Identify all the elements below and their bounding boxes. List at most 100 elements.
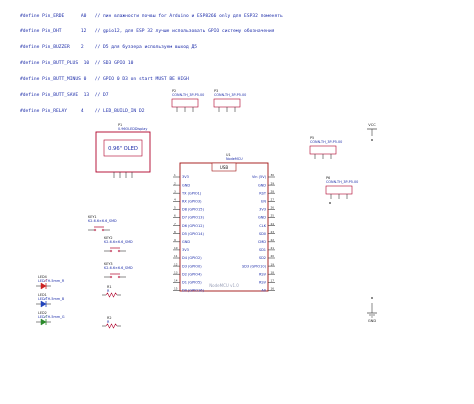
mcu-pin-label: RX (GPIO3) <box>182 200 202 204</box>
mcu-pin-number: 19 <box>270 262 274 266</box>
led-red: LED4LED-TH-5mm_R <box>36 275 65 290</box>
mcu-pin-number: 25 <box>270 214 274 218</box>
push-button-key3: KEY3K2-6.6×6.6_SMD <box>104 262 133 279</box>
led-name: LED-TH-5mm_G <box>38 315 65 319</box>
vcc-symbol: VCC <box>367 123 377 136</box>
gnd-label: GND <box>368 319 376 323</box>
resistor-value: R <box>107 320 110 324</box>
mcu-pin-label: GND <box>182 183 190 187</box>
oled-display: P10.96OLEDDisplay0.96" OLED <box>95 123 151 178</box>
led-triangle <box>40 318 47 326</box>
header-body <box>171 98 199 108</box>
mcu-pin-number: 13 <box>174 270 178 274</box>
mcu-pin-number: 16 <box>270 287 274 291</box>
resistor-r1: R1R <box>102 285 121 298</box>
connector-p5: P5CONN-TH_3P-P5.00 <box>309 136 342 159</box>
mcu-pin-label: 3V3 <box>259 208 266 212</box>
mcu-pin-label: D1 (GPIO5) <box>182 281 202 285</box>
mcu-pin-number: 21 <box>270 246 274 250</box>
mcu-pin-number: 4 <box>174 198 176 202</box>
connector-p6: P6CONN-TH_3P-P5.00 <box>325 176 358 199</box>
mcu-pin-number: 9 <box>174 238 176 242</box>
led-triangle <box>40 300 47 308</box>
mcu-pin-label: SD3 (GPIO10) <box>242 264 267 268</box>
mcu-pin-number: 23 <box>270 230 274 234</box>
header-name: CONN-TH_3P-P5.00 <box>310 140 342 144</box>
mcu-bottom-label: NodeMCU v1.0 <box>209 283 239 288</box>
key-name: K2-6.6×6.6_SMD <box>104 240 133 244</box>
key-name: K2-6.6×6.6_SMD <box>88 219 117 223</box>
mcu-pin-label: GND <box>182 240 190 244</box>
mcu-pin-label: RSV <box>259 272 267 276</box>
mcu-pin-number: 24 <box>270 222 274 226</box>
key-contact <box>117 275 121 279</box>
header-body <box>309 145 337 155</box>
mcu-pin-label: D8 (GPIO15) <box>182 208 204 212</box>
resistor-value: R <box>107 289 110 293</box>
mcu-pin-label: SD1 <box>259 248 266 252</box>
header-body <box>213 98 241 108</box>
schematic-canvas: P2CONN-TH_3P-P5.00 P3CONN-TH_3P-P5.00 P5CO… <box>36 89 377 329</box>
mcu-pin-number: 3 <box>174 189 176 193</box>
net-junction <box>371 297 373 299</box>
led-triangle <box>40 282 47 290</box>
mcu-pin-number: 11 <box>174 254 178 258</box>
mcu-pin-label: RST <box>259 191 267 195</box>
mcu-name: NodeMCU <box>226 157 243 161</box>
led-blue: LED1LED-TH-5mm_B <box>36 293 65 308</box>
mcu-pin-label: SD0 <box>259 232 266 236</box>
mcu-pin-number: 15 <box>174 287 178 291</box>
mcu-pin-label: D0 (GPIO16) <box>182 289 204 293</box>
mcu-pin-number: 18 <box>270 270 274 274</box>
mcu-pin-label: D7 (GPIO13) <box>182 216 204 220</box>
push-button-key1: KEY1K2-6.6×6.6_SMD <box>88 215 117 232</box>
mcu-pin-label: RSV <box>259 281 267 285</box>
header-name: CONN-TH_3P-P5.00 <box>326 180 358 184</box>
header-name: CONN-TH_3P-P5.00 <box>172 93 204 97</box>
mcu-pin-number: 8 <box>174 230 176 234</box>
mcu-pin-number: 6 <box>174 214 176 218</box>
mcu-pin-number: 28 <box>270 189 274 193</box>
mcu-pin-label: D5 (GPIO14) <box>182 232 204 236</box>
mcu-pin-label: D6 (GPIO12) <box>182 224 204 228</box>
mcu-pin-label: GND <box>258 183 266 187</box>
schematic-sheet: #define Pin_ERDE A0 // пин влажности поч… <box>0 0 474 404</box>
key-contact <box>101 228 105 232</box>
key-contact <box>109 275 113 279</box>
mcu-pin-label: D4 (GPIO2) <box>182 256 202 260</box>
header-name: CONN-TH_3P-P5.00 <box>214 93 246 97</box>
mcu-pin-number: 2 <box>174 181 176 185</box>
resistor-r2: R2R <box>102 316 121 329</box>
mcu-pin-number: 27 <box>270 198 274 202</box>
mcu-pin-number: 14 <box>174 279 178 283</box>
mcu-pin-label: SD2 <box>259 256 266 260</box>
connector-p2: P2CONN-TH_3P-P5.00 <box>171 89 204 112</box>
mcu-pin-label: Vin (5V) <box>252 175 267 179</box>
key-contact <box>93 228 97 232</box>
net-junction <box>329 202 331 204</box>
nodemcu-module: U1NodeMCUUSB1 3V32 GND3 TX (GPIO1)4 RX (GPIO… <box>173 153 275 293</box>
mcu-pin-label: TX (GPIO1) <box>181 191 202 195</box>
mcu-pin-label: EN <box>261 200 266 204</box>
resistor-zigzag <box>105 323 118 329</box>
mcu-pin-number: 7 <box>174 222 176 226</box>
led-green: LED2LED-TH-5mm_G <box>36 311 65 326</box>
key-contact <box>109 249 113 253</box>
key-name: K2-6.6×6.6_SMD <box>104 266 133 270</box>
mcu-pin-number: 29 <box>270 181 274 185</box>
mcu-pin-label: CMD <box>258 240 266 244</box>
mcu-pin-label: 3V3 <box>182 248 189 252</box>
mcu-pin-number: 5 <box>174 206 176 210</box>
led-name: LED-TH-5mm_B <box>38 297 65 301</box>
led-name: LED-TH-5mm_R <box>38 279 65 283</box>
gnd-symbol: GND <box>367 303 377 323</box>
mcu-pin-label: A0 <box>261 289 266 293</box>
usb-label: USB <box>220 165 229 170</box>
mcu-pin-number: 10 <box>174 246 178 250</box>
resistor-zigzag <box>105 292 118 298</box>
mcu-pin-number: 22 <box>270 238 274 242</box>
connector-p3: P3CONN-TH_3P-P5.00 <box>213 89 246 112</box>
mcu-pin-number: 1 <box>174 173 176 177</box>
key-contact <box>117 249 121 253</box>
mcu-pin-label: D2 (GPIO4) <box>182 272 202 276</box>
